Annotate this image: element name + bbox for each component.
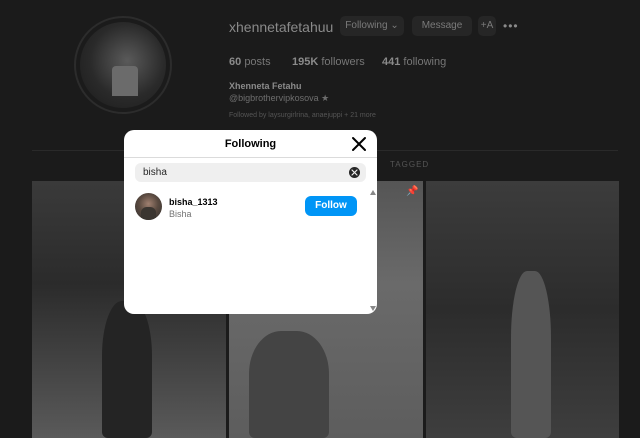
followed-by-text[interactable]: Followed by laysurgirlrina, anaejuppi + …	[229, 112, 376, 119]
add-person-icon: +A	[480, 20, 494, 31]
following-button[interactable]: Following ⌄	[340, 16, 404, 36]
message-button-label: Message	[421, 20, 463, 31]
list-item[interactable]: bisha_1313 Bisha Follow	[124, 192, 369, 222]
message-button[interactable]: Message	[412, 16, 472, 36]
result-username[interactable]: bisha_1313	[169, 197, 218, 207]
following-button-label: Following	[345, 20, 388, 31]
profile-username: xhennetafetahuu	[229, 19, 334, 35]
suggest-button[interactable]: +A	[478, 16, 496, 36]
profile-bio-handle[interactable]: @bigbrothervipkosova ★	[229, 93, 329, 104]
scrollbar[interactable]	[369, 190, 377, 314]
pin-icon: 📌	[406, 186, 419, 197]
tab-tagged[interactable]: TAGGED	[390, 160, 429, 169]
chevron-down-icon: ⌄	[390, 20, 399, 31]
result-full-name: Bisha	[169, 209, 192, 219]
follow-button[interactable]: Follow	[305, 196, 357, 216]
more-options-icon[interactable]: •••	[503, 19, 519, 33]
following-stat[interactable]: 441 following	[382, 56, 446, 68]
posts-label: posts	[244, 56, 271, 68]
clear-search-icon[interactable]	[349, 167, 360, 178]
close-icon[interactable]	[350, 135, 368, 153]
post-thumbnail[interactable]	[426, 181, 619, 438]
avatar[interactable]	[135, 193, 162, 220]
following-count: 441	[382, 56, 401, 68]
followers-count: 195K	[292, 56, 319, 68]
search-bar	[135, 163, 366, 182]
profile-full-name: Xhenneta Fetahu	[229, 81, 302, 91]
following-modal: Following bisha_1313 Bisha Follow	[124, 130, 377, 314]
scroll-up-arrow-icon[interactable]	[370, 190, 376, 195]
scroll-down-arrow-icon[interactable]	[370, 306, 376, 311]
followers-label: followers	[321, 56, 365, 68]
following-label: following	[403, 56, 447, 68]
search-input[interactable]	[143, 163, 343, 182]
modal-title: Following	[224, 138, 277, 150]
modal-header: Following	[124, 130, 377, 158]
posts-stat: 60 posts	[229, 56, 271, 68]
followers-stat[interactable]: 195K followers	[292, 56, 365, 68]
posts-count: 60	[229, 56, 242, 68]
profile-avatar[interactable]	[80, 22, 166, 108]
